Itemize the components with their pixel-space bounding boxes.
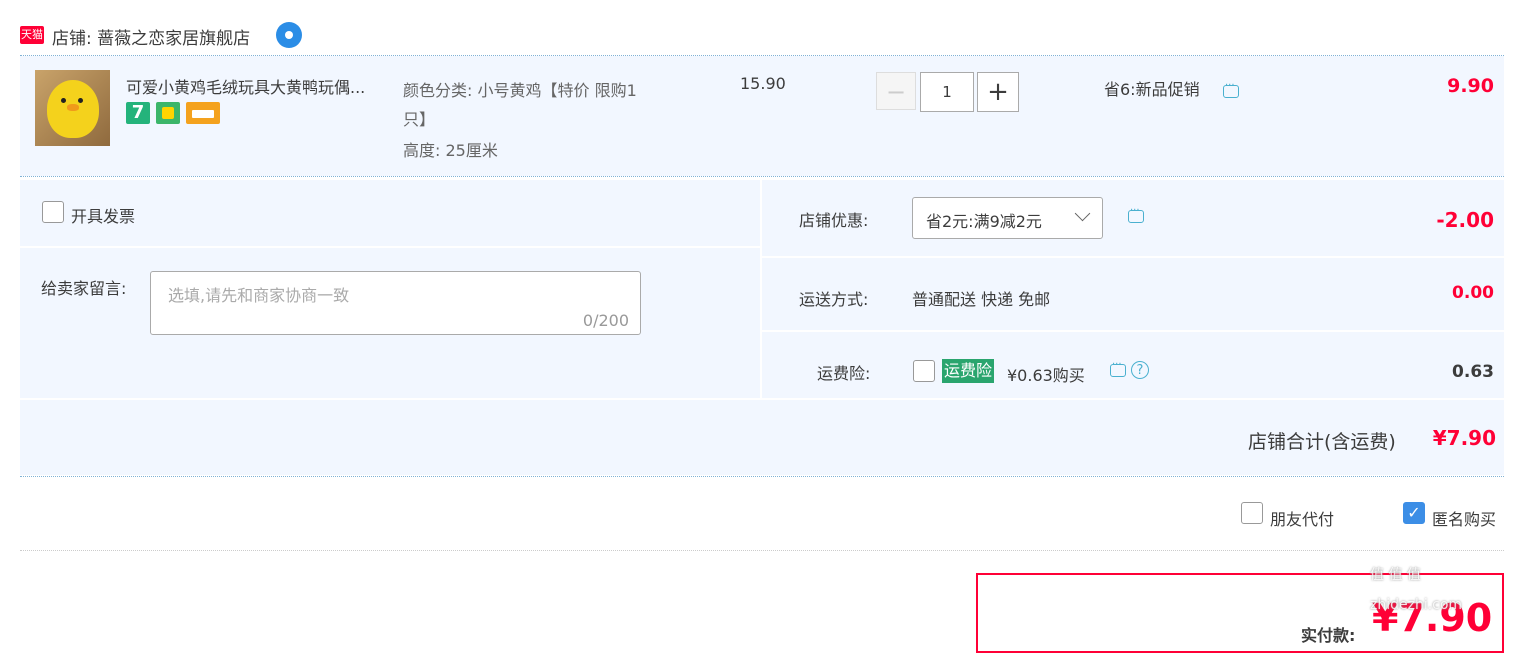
seller-message-input[interactable]: 选填,请先和商家协商一致 0/200 bbox=[150, 271, 641, 335]
message-label: 给卖家留言: bbox=[41, 279, 127, 298]
anonymous-label: 匿名购买 bbox=[1432, 510, 1497, 529]
item-promotion: 省6:新品促销 bbox=[1104, 80, 1200, 99]
anonymous-checkbox[interactable]: ✓ bbox=[1403, 502, 1425, 524]
shipping-label: 运送方式: bbox=[799, 290, 869, 309]
store-discount-amount: -2.00 bbox=[1436, 208, 1494, 232]
shipping-amount: 0.00 bbox=[1452, 283, 1494, 303]
item-color-attr-cont: 只】 bbox=[403, 110, 436, 129]
friend-pay-label: 朋友代付 bbox=[1270, 510, 1335, 529]
shipping-method: 普通配送 快递 免邮 bbox=[912, 290, 1051, 309]
yellow-chick-image bbox=[47, 80, 99, 138]
invoice-checkbox[interactable] bbox=[42, 201, 64, 223]
chick-beak-icon bbox=[67, 104, 79, 111]
divider bbox=[20, 176, 1504, 177]
store-total-amount: ¥7.90 bbox=[1432, 426, 1496, 450]
message-placeholder: 选填,请先和商家协商一致 bbox=[168, 286, 350, 305]
seven-day-return-icon: 7 bbox=[126, 102, 150, 124]
chevron-down-icon bbox=[1074, 205, 1091, 222]
chick-eye-icon bbox=[61, 98, 66, 103]
message-counter: 0/200 bbox=[582, 311, 629, 330]
insurance-tag: 运费险 bbox=[942, 359, 995, 383]
store-discount-value: 省2元:满9减2元 bbox=[926, 212, 1042, 231]
chick-eye-icon bbox=[78, 98, 83, 103]
divider bbox=[20, 246, 760, 248]
store-discount-select[interactable]: 省2元:满9减2元 bbox=[912, 197, 1103, 239]
divider bbox=[762, 256, 1504, 258]
item-height-attr: 高度: 25厘米 bbox=[403, 141, 498, 160]
tmall-logo: 天猫 bbox=[20, 26, 44, 44]
insurance-price: ¥0.63购买 bbox=[1007, 366, 1085, 385]
invoice-label: 开具发票 bbox=[71, 207, 136, 226]
store-total-label: 店铺合计(含运费) bbox=[1248, 431, 1396, 453]
friend-pay-checkbox[interactable] bbox=[1241, 502, 1263, 524]
payment-label: 实付款: bbox=[1301, 626, 1356, 645]
help-icon[interactable]: ? bbox=[1131, 361, 1149, 379]
divider bbox=[762, 330, 1504, 332]
store-name[interactable]: 店铺: 蔷薇之恋家居旗舰店 bbox=[52, 24, 250, 49]
qty-minus-button[interactable]: − bbox=[876, 72, 916, 110]
qty-plus-button[interactable]: + bbox=[977, 72, 1019, 112]
wangwang-chat-icon[interactable] bbox=[276, 22, 302, 48]
unit-price: 15.90 bbox=[740, 74, 786, 93]
card-icon bbox=[186, 102, 220, 124]
divider bbox=[20, 476, 1504, 477]
store-discount-label: 店铺优惠: bbox=[799, 211, 869, 230]
watermark: 值 值 值 zhidezhi.com bbox=[1370, 567, 1463, 613]
item-subtotal: 9.90 bbox=[1447, 75, 1494, 97]
insurance-info-icon[interactable] bbox=[1110, 359, 1126, 377]
qty-input[interactable]: 1 bbox=[920, 72, 974, 112]
insurance-amount: 0.63 bbox=[1452, 362, 1494, 382]
insurance-label: 运费险: bbox=[817, 364, 871, 383]
discount-info-icon[interactable] bbox=[1128, 205, 1144, 223]
item-color-attr: 颜色分类: 小号黄鸡【特价 限购1 bbox=[403, 81, 637, 100]
insurance-checkbox[interactable] bbox=[913, 360, 935, 382]
divider bbox=[20, 550, 1504, 551]
item-title-link[interactable]: 可爱小黄鸡毛绒玩具大黄鸭玩偶... bbox=[126, 74, 365, 98]
tmall-bag-icon bbox=[156, 102, 180, 124]
promo-info-icon[interactable] bbox=[1223, 80, 1239, 98]
